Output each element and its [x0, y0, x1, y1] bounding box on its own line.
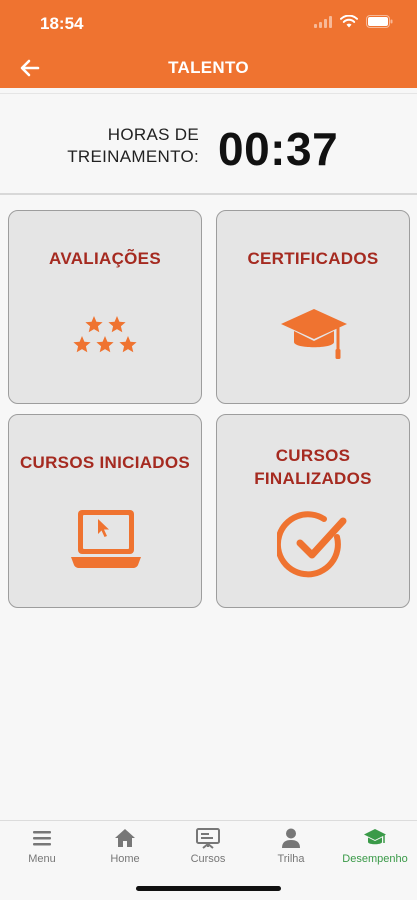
- wifi-icon: [340, 15, 358, 28]
- nav-trilha-label: Trilha: [277, 853, 305, 865]
- status-time: 18:54: [40, 14, 84, 33]
- signal-icon: [314, 15, 332, 28]
- check-circle-icon: [277, 511, 347, 578]
- laptop-icon: [71, 510, 141, 568]
- nav-cursos[interactable]: Cursos: [166, 827, 250, 865]
- avaliacoes-card[interactable]: AVALIAÇÕES: [8, 210, 202, 404]
- training-hours-label-line1: HORAS DE: [107, 125, 199, 144]
- menu-icon: [33, 831, 51, 846]
- section-divider: [0, 193, 417, 195]
- training-hours-label-line2: TREINAMENTO:: [67, 147, 199, 166]
- nav-menu-label: Menu: [28, 853, 56, 865]
- stars-icon: [73, 316, 137, 353]
- home-icon: [115, 829, 135, 847]
- cursos-finalizados-label-line2: FINALIZADOS: [254, 469, 372, 488]
- cursos-finalizados-label: CURSOS FINALIZADOS: [217, 444, 409, 490]
- training-hours-value: 00:37: [218, 123, 339, 175]
- nav-trilha[interactable]: Trilha: [249, 827, 333, 865]
- status-icons: [314, 15, 393, 28]
- user-icon: [282, 828, 300, 848]
- nav-cursos-label: Cursos: [190, 853, 226, 865]
- avaliacoes-label: AVALIAÇÕES: [49, 249, 161, 268]
- certificados-card[interactable]: CERTIFICADOS: [216, 210, 410, 404]
- home-indicator: [136, 886, 281, 891]
- cursos-iniciados-card[interactable]: CURSOS INICIADOS: [8, 414, 202, 608]
- nav-desempenho-label: Desempenho: [342, 853, 408, 865]
- page-title: TALENTO: [168, 58, 249, 77]
- header-divider: [0, 88, 417, 94]
- cursos-finalizados-card[interactable]: CURSOS FINALIZADOS: [216, 414, 410, 608]
- battery-icon: [366, 15, 393, 28]
- app-header: 18:54 TALENTO: [0, 0, 417, 88]
- cursos-finalizados-label-line1: CURSOS: [275, 446, 351, 465]
- nav-home-label: Home: [110, 853, 140, 865]
- nav-home[interactable]: Home: [83, 827, 167, 865]
- training-hours-label: HORAS DE TREINAMENTO:: [55, 124, 199, 168]
- presentation-icon: [196, 828, 220, 849]
- nav-menu[interactable]: Menu: [0, 827, 84, 865]
- certificados-label: CERTIFICADOS: [247, 249, 379, 268]
- graduation-cap-icon: [281, 309, 347, 359]
- nav-desempenho[interactable]: Desempenho: [333, 827, 417, 865]
- graduation-cap-icon: [364, 829, 386, 845]
- screen: 18:54 TALENTO HORAS DE TREINAMENTO: 00:3…: [0, 0, 417, 900]
- cursos-iniciados-label: CURSOS INICIADOS: [19, 453, 191, 472]
